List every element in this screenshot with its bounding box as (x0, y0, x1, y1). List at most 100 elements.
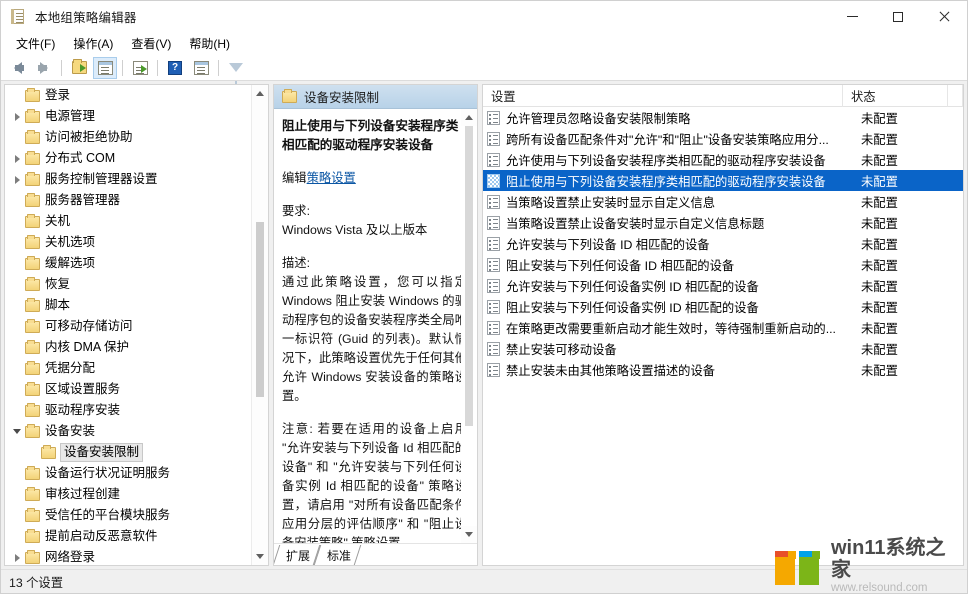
filter-button[interactable] (224, 57, 248, 79)
tree-item-4[interactable]: 服务控制管理器设置 (5, 169, 251, 190)
tree-item-5[interactable]: 服务器管理器 (5, 190, 251, 211)
tab-extended[interactable]: 扩展 (276, 545, 317, 565)
tree-scroll-up-button[interactable] (252, 85, 268, 102)
table-row[interactable]: 阻止使用与下列设备安装程序类相匹配的驱动程序安装设备未配置 (483, 170, 963, 191)
tree-item-1[interactable]: 电源管理 (5, 106, 251, 127)
tree-item-label: 设备安装 (45, 423, 95, 440)
column-header-state[interactable]: 状态 (843, 85, 948, 107)
tree-item-16[interactable]: 设备安装 (5, 421, 251, 442)
folder-icon (25, 237, 40, 249)
requirement-value: Windows Vista 及以上版本 (282, 221, 467, 240)
tree-item-8[interactable]: 缓解选项 (5, 253, 251, 274)
forward-button[interactable] (32, 57, 56, 79)
folder-icon (25, 174, 40, 186)
detail-vertical-scrollbar[interactable] (461, 109, 477, 543)
tree-item-22[interactable]: 网络登录 (5, 547, 251, 565)
edit-policy-setting-link[interactable]: 策略设置 (307, 171, 356, 185)
folder-icon (25, 510, 40, 522)
tree-item-label: 提前启动反恶意软件 (45, 528, 158, 545)
minimize-icon (847, 16, 858, 17)
column-header-comment[interactable] (948, 85, 963, 107)
show-hide-action-pane-button[interactable] (189, 57, 213, 79)
detail-scroll-down-button[interactable] (461, 526, 477, 543)
detail-scroll-track[interactable] (461, 126, 477, 526)
tree-item-18[interactable]: 设备运行状况证明服务 (5, 463, 251, 484)
table-row[interactable]: 禁止安装未由其他策略设置描述的设备未配置 (483, 359, 963, 380)
tree-item-label: 关机 (45, 213, 70, 230)
policy-setting-icon (487, 342, 500, 356)
list-column-headers: 设置 状态 (483, 85, 963, 107)
detail-scroll-thumb[interactable] (465, 126, 473, 426)
toolbar: ? (1, 55, 967, 81)
tree-item-7[interactable]: 关机选项 (5, 232, 251, 253)
table-row[interactable]: 允许使用与下列设备安装程序类相匹配的驱动程序安装设备未配置 (483, 149, 963, 170)
chevron-right-icon[interactable] (9, 109, 25, 125)
chevron-right-icon[interactable] (9, 151, 25, 167)
table-row[interactable]: 允许安装与下列设备 ID 相匹配的设备未配置 (483, 233, 963, 254)
tab-standard-label: 标准 (327, 547, 351, 564)
detail-scroll-up-button[interactable] (461, 109, 477, 126)
policy-setting-icon (487, 300, 500, 314)
tab-standard[interactable]: 标准 (317, 545, 358, 565)
tree-item-11[interactable]: 可移动存储访问 (5, 316, 251, 337)
tree-vertical-scrollbar[interactable] (251, 85, 268, 565)
tree-item-14[interactable]: 区域设置服务 (5, 379, 251, 400)
tree-list[interactable]: 登录电源管理访问被拒绝协助分布式 COM服务控制管理器设置服务器管理器关机关机选… (5, 85, 251, 565)
chevron-right-icon[interactable] (9, 172, 25, 188)
tree-item-9[interactable]: 恢复 (5, 274, 251, 295)
column-header-setting[interactable]: 设置 (483, 85, 843, 107)
requirement-label: 要求: (282, 202, 467, 221)
menu-view[interactable]: 查看(V) (122, 34, 180, 54)
policy-setting-state: 未配置 (853, 109, 958, 127)
table-row[interactable]: 阻止安装与下列任何设备实例 ID 相匹配的设备未配置 (483, 296, 963, 317)
detail-tabs: 扩展 标准 (274, 543, 477, 565)
toolbar-separator (157, 60, 158, 76)
show-hide-console-tree-button[interactable] (93, 57, 117, 79)
menu-file[interactable]: 文件(F) (7, 34, 64, 54)
tree-scroll-thumb[interactable] (256, 222, 264, 397)
tree-item-10[interactable]: 脚本 (5, 295, 251, 316)
tree-item-21[interactable]: 提前启动反恶意软件 (5, 526, 251, 547)
table-row[interactable]: 在策略更改需要重新启动才能生效时，等待强制重新启动的...未配置 (483, 317, 963, 338)
tree-item-13[interactable]: 凭据分配 (5, 358, 251, 379)
edit-policy-line: 编辑策略设置 (282, 169, 467, 188)
chevron-right-icon[interactable] (9, 550, 25, 566)
help-button[interactable]: ? (163, 57, 187, 79)
tree-item-15[interactable]: 驱动程序安装 (5, 400, 251, 421)
back-button[interactable] (6, 57, 30, 79)
tree-item-12[interactable]: 内核 DMA 保护 (5, 337, 251, 358)
tree-item-label: 恢复 (45, 276, 70, 293)
table-row[interactable]: 当策略设置禁止设备安装时显示自定义信息标题未配置 (483, 212, 963, 233)
policy-setting-name: 阻止安装与下列任何设备 ID 相匹配的设备 (506, 256, 853, 274)
folder-icon (25, 279, 40, 291)
tree-item-3[interactable]: 分布式 COM (5, 148, 251, 169)
export-list-button[interactable] (128, 57, 152, 79)
menu-help[interactable]: 帮助(H) (180, 34, 239, 54)
policy-setting-state: 未配置 (853, 235, 958, 253)
tree-item-6[interactable]: 关机 (5, 211, 251, 232)
tree-scroll-down-button[interactable] (252, 548, 268, 565)
tree-scroll-track[interactable] (252, 102, 268, 548)
chevron-down-icon[interactable] (9, 424, 25, 440)
tree-item-20[interactable]: 受信任的平台模块服务 (5, 505, 251, 526)
policy-setting-icon (487, 216, 500, 230)
tree-item-17[interactable]: 设备安装限制 (5, 442, 251, 463)
minimize-button[interactable] (829, 1, 875, 32)
menu-action[interactable]: 操作(A) (64, 34, 122, 54)
table-row[interactable]: 跨所有设备匹配条件对"允许"和"阻止"设备安装策略应用分...未配置 (483, 128, 963, 149)
tree-item-2[interactable]: 访问被拒绝协助 (5, 127, 251, 148)
arrow-left-icon (14, 62, 22, 74)
table-row[interactable]: 当策略设置禁止安装时显示自定义信息未配置 (483, 191, 963, 212)
table-row[interactable]: 阻止安装与下列任何设备 ID 相匹配的设备未配置 (483, 254, 963, 275)
policy-setting-state: 未配置 (853, 277, 958, 295)
maximize-button[interactable] (875, 1, 921, 32)
console-tree-pane: 登录电源管理访问被拒绝协助分布式 COM服务控制管理器设置服务器管理器关机关机选… (4, 84, 269, 566)
table-row[interactable]: 允许管理员忽略设备安装限制策略未配置 (483, 107, 963, 128)
tree-item-0[interactable]: 登录 (5, 85, 251, 106)
table-row[interactable]: 禁止安装可移动设备未配置 (483, 338, 963, 359)
policy-list-rows[interactable]: 允许管理员忽略设备安装限制策略未配置跨所有设备匹配条件对"允许"和"阻止"设备安… (483, 107, 963, 565)
table-row[interactable]: 允许安装与下列任何设备实例 ID 相匹配的设备未配置 (483, 275, 963, 296)
close-button[interactable] (921, 1, 967, 32)
up-one-level-button[interactable] (67, 57, 91, 79)
tree-item-19[interactable]: 审核过程创建 (5, 484, 251, 505)
